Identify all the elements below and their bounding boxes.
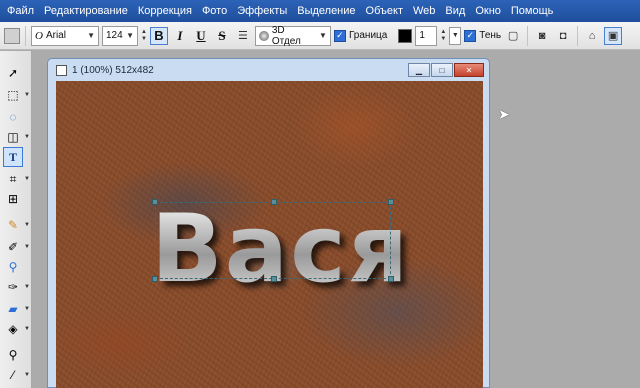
border-width-value: 1 (419, 30, 425, 41)
font-name-select[interactable]: O Arial ▼ (31, 25, 99, 46)
document-window: 1 (100%) 512x482 ▁ □ ✕ Вася (47, 58, 490, 388)
menu-selection[interactable]: Выделение (292, 0, 360, 22)
panel-toggle-icon[interactable]: ▣ (604, 26, 623, 45)
menu-file[interactable]: Файл (2, 0, 39, 22)
toolbar-divider (527, 25, 529, 46)
layers-icon[interactable]: ◙ (533, 27, 551, 45)
italic-button[interactable]: I (171, 27, 189, 45)
menu-web[interactable]: Web (408, 0, 440, 22)
eraser-tool-icon[interactable]: ▰ (3, 299, 23, 319)
resize-handle[interactable] (152, 276, 158, 282)
fill-tool-icon[interactable]: ◈ (3, 319, 23, 339)
text-toolbar: O Arial ▼ 124 ▼ ▲ ▼ B I U S ☰ 3D Отдел ▼ … (0, 22, 640, 50)
3d-effect-select[interactable]: 3D Отдел ▼ (254, 24, 331, 47)
crop-tool-icon[interactable]: ⌗ (3, 169, 23, 189)
resize-handle[interactable] (388, 276, 394, 282)
toolbar-divider (25, 25, 26, 46)
chevron-down-icon: ▼ (24, 306, 30, 312)
chevron-down-icon: ▼ (24, 176, 30, 182)
border-width-dropdown[interactable]: ▼ (449, 26, 462, 45)
chevron-down-icon: ▼ (319, 31, 327, 40)
stamp-tool-icon[interactable]: ⚲ (3, 257, 23, 277)
border-width-field[interactable]: 1 (415, 25, 438, 46)
pencil-tool-icon[interactable]: ✐ (3, 237, 23, 257)
clone-tool-icon[interactable]: ✑ (3, 277, 23, 297)
menu-help[interactable]: Помощь (506, 0, 559, 22)
shadow-settings-icon[interactable]: ▢ (504, 27, 522, 45)
font-size-stepper[interactable]: ▲ ▼ (141, 29, 147, 43)
eyedropper-tool-icon[interactable]: ⁄ (3, 365, 23, 385)
chevron-down-icon: ▼ (24, 284, 30, 290)
chevron-down-icon: ▼ (126, 31, 134, 40)
shadow-label: Тень (479, 30, 502, 41)
menu-window[interactable]: Окно (470, 0, 506, 22)
chevron-down-icon: ▼ (24, 326, 30, 332)
close-button[interactable]: ✕ (454, 63, 484, 77)
menu-view[interactable]: Вид (440, 0, 470, 22)
font-size-select[interactable]: 124 ▼ (102, 25, 138, 46)
menu-object[interactable]: Объект (361, 0, 408, 22)
font-name-value: Arial (45, 30, 66, 41)
border-checkbox[interactable]: ✓ (333, 29, 346, 42)
align-icon[interactable]: ☰ (234, 27, 252, 45)
shape-tool-icon[interactable]: ◫ (3, 127, 23, 147)
minimize-button[interactable]: ▁ (408, 63, 430, 77)
chevron-down-icon: ▼ (24, 244, 30, 250)
tools-panel: ➚ ⬚ ▼ ◌ ◫ ▼ T ⌗ ▼ ⊞ ✎ ▼ ✐ ▼ ⚲ ✑ ▼ ▰ ▼ ◈ … (0, 51, 32, 388)
menu-effects[interactable]: Эффекты (232, 0, 292, 22)
maximize-button[interactable]: □ (431, 63, 453, 77)
font-type-icon: O (35, 29, 43, 42)
menu-photo[interactable]: Фото (197, 0, 232, 22)
border-width-stepper[interactable]: ▲ ▼ (440, 29, 446, 43)
menu-edit[interactable]: Редактирование (39, 0, 133, 22)
toolbar-divider (577, 25, 579, 46)
marquee-tool-icon[interactable]: ⬚ (3, 85, 23, 105)
resize-handle[interactable] (271, 276, 277, 282)
resize-handle[interactable] (152, 199, 158, 205)
menu-bar: Файл Редактирование Коррекция Фото Эффек… (0, 0, 640, 22)
underline-button[interactable]: U (192, 27, 210, 45)
3d-effect-value: 3D Отдел (271, 24, 301, 47)
selection-box[interactable] (152, 199, 394, 282)
brush-tool-icon[interactable]: ✎ (3, 215, 23, 235)
window-controls: ▁ □ ✕ (408, 63, 484, 77)
arrow-tool-icon[interactable]: ➚ (3, 63, 23, 83)
chevron-down-icon: ▼ (24, 222, 30, 228)
border-color-swatch[interactable] (398, 28, 413, 43)
camera-icon[interactable]: ◘ (554, 27, 572, 45)
chevron-down-icon: ▼ (24, 134, 30, 140)
3d-sphere-icon (258, 30, 269, 41)
border-label: Граница (348, 30, 388, 41)
zoom-tool-icon[interactable]: ⚲ (3, 345, 23, 365)
text-tool-icon[interactable]: T (3, 147, 23, 167)
chevron-down-icon: ▼ (87, 31, 95, 40)
strikethrough-button[interactable]: S (213, 27, 231, 45)
bold-button[interactable]: B (149, 26, 168, 45)
chevron-down-icon: ▼ (24, 372, 30, 378)
home-icon[interactable]: ⌂ (583, 27, 601, 45)
menu-adjust[interactable]: Коррекция (133, 0, 197, 22)
document-title: 1 (100%) 512x482 (72, 64, 154, 76)
transform-tool-icon[interactable]: ⊞ (3, 189, 23, 209)
lasso-tool-icon[interactable]: ◌ (3, 107, 23, 127)
shadow-checkbox[interactable]: ✓ (464, 29, 477, 42)
resize-handle[interactable] (271, 199, 277, 205)
document-icon (56, 64, 67, 76)
font-size-value: 124 (106, 30, 123, 41)
fill-color-swatch[interactable] (4, 27, 20, 44)
mouse-cursor-icon: ➤ (498, 106, 510, 122)
chevron-down-icon: ▼ (24, 92, 30, 98)
image-canvas[interactable]: Вася (56, 81, 483, 388)
resize-handle[interactable] (388, 199, 394, 205)
